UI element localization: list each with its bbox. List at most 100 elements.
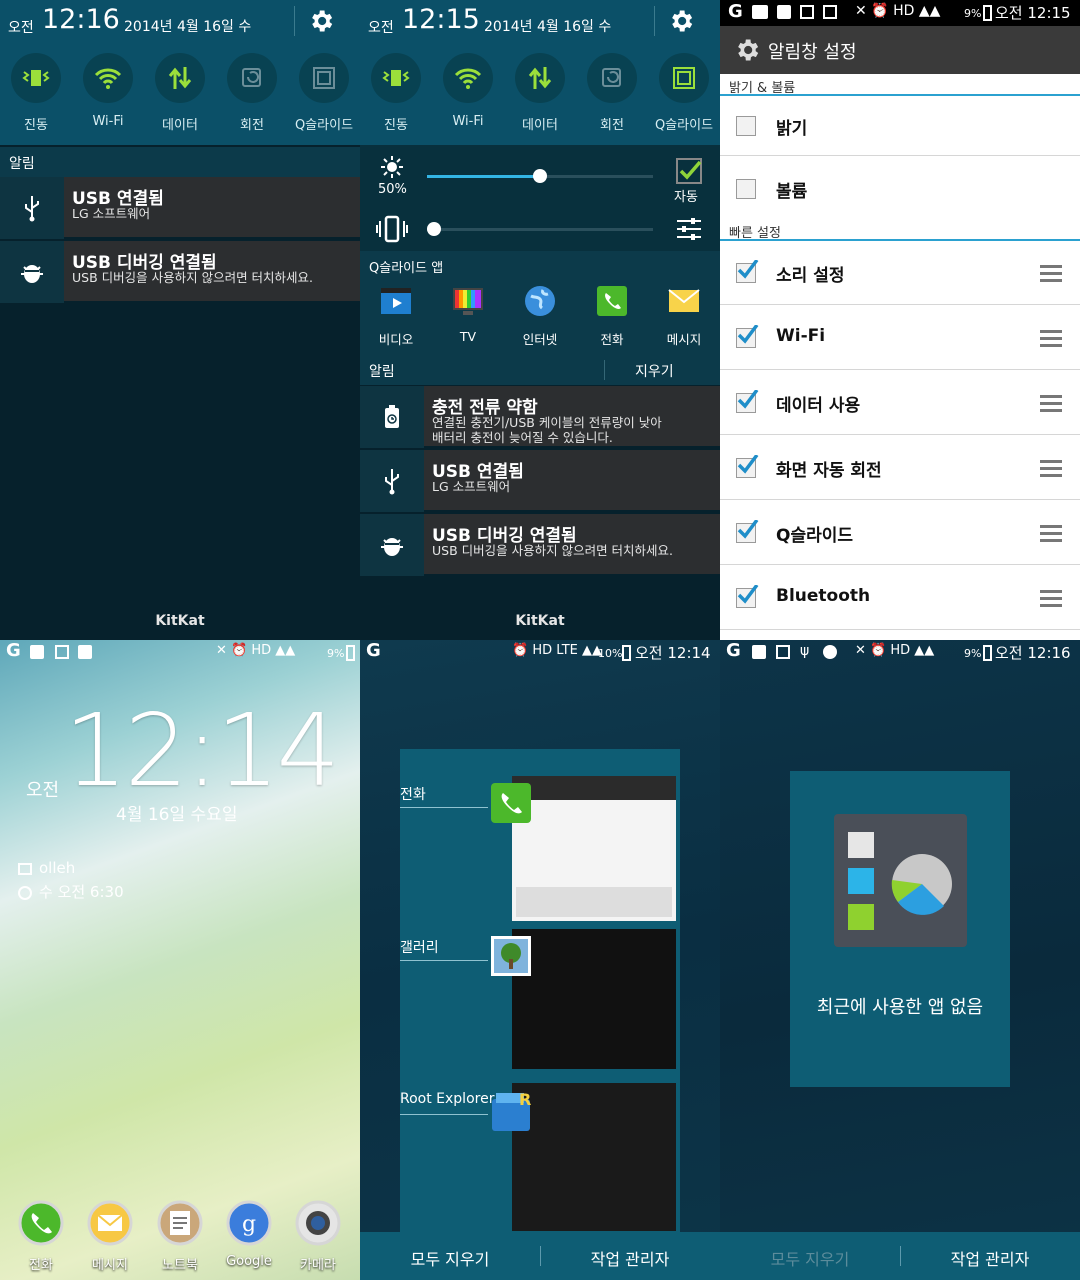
clear-all-button[interactable]: 모두 지우기 — [360, 1246, 540, 1270]
header-ampm: 오전 — [368, 20, 394, 36]
recent-phone-thumbnail[interactable] — [512, 776, 676, 921]
quick-qslide-button[interactable] — [299, 53, 349, 103]
drag-handle-icon[interactable] — [1040, 525, 1062, 543]
task-manager-button[interactable]: 작업 관리자 — [540, 1246, 720, 1270]
clear-notifications-button[interactable]: 지우기 — [635, 361, 674, 381]
dock-camera-button[interactable] — [283, 1200, 353, 1250]
header-time: 12:16 — [42, 4, 120, 35]
notification-section-header: 알림 — [0, 147, 360, 177]
notification-usb[interactable]: USB 연결됨 LG 소프트웨어 — [360, 450, 720, 512]
drag-handle-icon[interactable] — [1040, 460, 1062, 478]
quick-data-button[interactable] — [155, 53, 205, 103]
sun-icon — [381, 156, 403, 178]
battery-icon — [346, 645, 355, 661]
quick-qslide-button[interactable] — [659, 53, 709, 103]
notification-usb[interactable]: USB 연결됨 LG 소프트웨어 — [0, 177, 360, 239]
divider — [654, 6, 655, 36]
settings-gear-icon[interactable] — [667, 7, 695, 35]
checkbox-checked[interactable] — [736, 390, 759, 413]
quick-data-button[interactable] — [515, 53, 565, 103]
dock-label: Google — [226, 1254, 272, 1269]
notification-subtitle: USB 디버깅을 사용하지 않으려면 터치하세요. — [432, 543, 674, 558]
thumbnail-tabbar — [512, 776, 676, 800]
setting-row-brightness[interactable]: 밝기 — [720, 94, 1080, 156]
checkbox[interactable] — [736, 179, 756, 199]
qslide-message-button[interactable] — [648, 284, 720, 322]
setting-row-data[interactable]: 데이터 사용 — [720, 371, 1080, 435]
setting-row-wifi[interactable]: Wi-Fi — [720, 306, 1080, 370]
qslide-video-button[interactable] — [360, 284, 432, 322]
sliders-settings-icon[interactable] — [676, 217, 702, 241]
drag-handle-icon[interactable] — [1040, 330, 1062, 348]
carrier-logo-icon: G — [366, 640, 381, 661]
notification-header: 오전 12:16 2014년 4월 16일 수 진동 Wi-Fi 데이터 회전 … — [0, 0, 360, 145]
quick-wifi-button[interactable] — [83, 53, 133, 103]
task-manager-button[interactable]: 작업 관리자 — [900, 1246, 1080, 1270]
auto-brightness-checkbox[interactable] — [676, 158, 702, 184]
lock-clock: 12:14 — [64, 692, 340, 809]
image-notification-icon — [823, 5, 837, 19]
quick-rotate-button[interactable] — [587, 53, 637, 103]
status-bar: G ψ ✕ ⏰ HD ▲▲ 9% 오전 12:16 — [720, 640, 1080, 666]
checkbox-checked[interactable] — [736, 260, 759, 283]
recent-gallery-thumbnail[interactable] — [512, 929, 676, 1069]
checkbox[interactable] — [736, 116, 756, 136]
settings-title-bar: 알림창 설정 — [720, 26, 1080, 74]
notification-usb-debug[interactable]: USB 디버깅 연결됨 USB 디버깅을 사용하지 않으려면 터치하세요. — [360, 514, 720, 576]
quick-wifi-button[interactable] — [443, 53, 493, 103]
phone-app-icon — [18, 1200, 64, 1246]
qslide-app-label: 인터넷 — [522, 332, 558, 347]
brightness-slider[interactable] — [533, 169, 547, 183]
dock-message-button[interactable] — [75, 1200, 145, 1250]
settings-gear-icon — [738, 39, 759, 61]
carrier-logo-icon: G — [726, 640, 741, 661]
quick-vibrate-button[interactable] — [371, 53, 421, 103]
clear-all-button-disabled: 모두 지우기 — [770, 1250, 850, 1269]
settings-gear-icon[interactable] — [307, 7, 335, 35]
gallery-app-icon — [491, 936, 531, 976]
quick-rotate-button[interactable] — [227, 53, 277, 103]
recent-apps-empty-screen: G ψ ✕ ⏰ HD ▲▲ 9% 오전 12:16 최근에 사용한 앱 없음 모… — [720, 640, 1080, 1280]
dock-google-button[interactable]: g — [214, 1200, 284, 1250]
status-icons: ✕ ⏰ HD ▲▲ — [855, 3, 941, 19]
android-bug-icon — [0, 241, 64, 303]
qslide-internet-button[interactable] — [504, 284, 576, 322]
setting-label: 소리 설정 — [776, 266, 845, 286]
setting-row-sound[interactable]: 소리 설정 — [720, 241, 1080, 305]
qslide-phone-button[interactable] — [576, 284, 648, 322]
check-icon — [737, 520, 759, 539]
usb-icon — [360, 450, 424, 512]
volume-slider[interactable] — [427, 222, 441, 236]
recent-root-explorer-thumbnail[interactable] — [512, 1083, 676, 1231]
quick-label: Q슬라이드 — [654, 118, 714, 133]
setting-label: 볼륨 — [776, 182, 808, 202]
setting-row-qslide[interactable]: Q슬라이드 — [720, 501, 1080, 565]
checkbox-checked[interactable] — [736, 325, 759, 348]
battery-percent: 9% — [964, 7, 982, 20]
kitkat-label: KitKat — [515, 613, 565, 629]
notification-usb-debug[interactable]: USB 디버깅 연결됨 USB 디버깅을 사용하지 않으려면 터치하세요. — [0, 241, 360, 303]
checkbox-checked[interactable] — [736, 455, 759, 478]
qslide-icon — [313, 67, 335, 89]
setting-row-rotation[interactable]: 화면 자동 회전 — [720, 436, 1080, 500]
checkbox-checked[interactable] — [736, 520, 759, 543]
notification-charging[interactable]: 충전 전류 약함 연결된 충전기/USB 케이블의 전류량이 낮아 배터리 충전… — [360, 386, 720, 448]
quick-vibrate-button[interactable] — [11, 53, 61, 103]
dock-notebook-button[interactable] — [145, 1200, 215, 1250]
recent-app-label: Root Explorer — [400, 1091, 495, 1107]
recent-apps-bottom-bar: 모두 지우기 작업 관리자 — [720, 1232, 1080, 1280]
qslide-tv-button[interactable] — [432, 284, 504, 322]
dock-phone-button[interactable] — [6, 1200, 76, 1250]
setting-row-volume[interactable]: 볼륨 — [720, 157, 1080, 220]
drag-handle-icon[interactable] — [1040, 395, 1062, 413]
header-date: 2014년 4월 16일 수 — [124, 19, 252, 35]
checkbox-checked[interactable] — [736, 585, 759, 608]
usb-status-icon: ψ — [800, 643, 810, 659]
quick-label: Q슬라이드 — [294, 118, 354, 133]
setting-row-bluetooth[interactable]: Bluetooth — [720, 566, 1080, 630]
drag-handle-icon[interactable] — [1040, 265, 1062, 283]
kitkat-label: KitKat — [155, 613, 205, 629]
drag-handle-icon[interactable] — [1040, 590, 1062, 608]
qslide-app-label: 메시지 — [666, 332, 702, 347]
header-ampm: 오전 — [8, 20, 34, 36]
